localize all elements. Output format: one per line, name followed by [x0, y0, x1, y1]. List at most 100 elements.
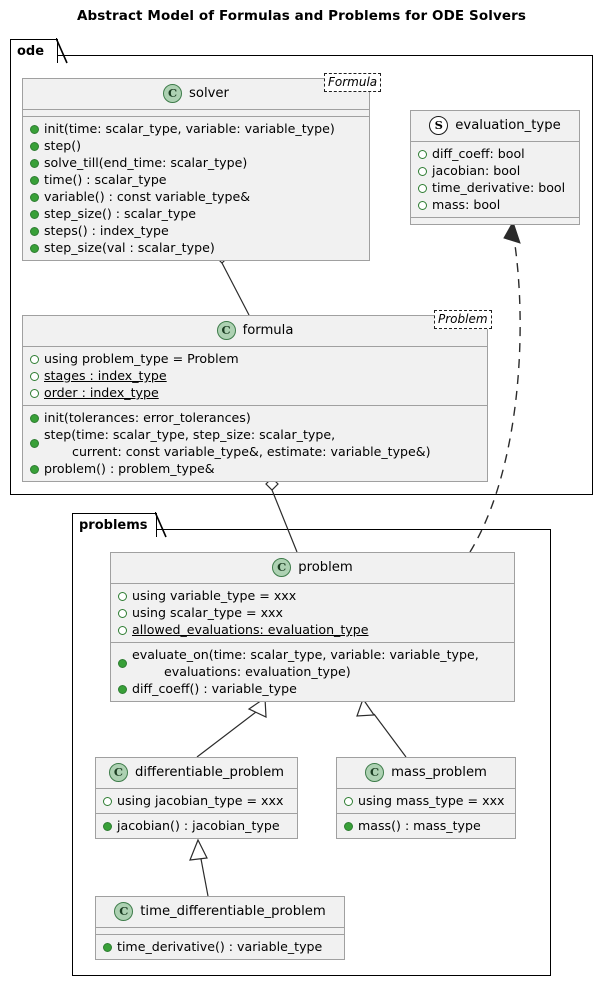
- class-member: solve_till(end_time: scalar_type): [28, 154, 364, 171]
- class-box-solver[interactable]: C solver init(time: scalar_type, variabl…: [22, 78, 370, 261]
- public-field-marker-icon: [418, 167, 427, 176]
- class-member: step_size() : scalar_type: [28, 205, 364, 222]
- class-member: using jacobian_type = xxx: [101, 792, 292, 809]
- class-header-mass-problem: C mass_problem: [337, 758, 515, 789]
- class-name-formula: formula: [242, 323, 294, 338]
- class-member: using scalar_type = xxx: [116, 604, 509, 621]
- public-method-marker-icon: [30, 125, 39, 134]
- class-member: steps() : index_type: [28, 222, 364, 239]
- class-member: using mass_type = xxx: [342, 792, 510, 809]
- class-member: using problem_type = Problem: [28, 350, 482, 367]
- class-member: step(): [28, 137, 364, 154]
- class-member: diff_coeff() : variable_type: [116, 680, 509, 697]
- class-member: stages : index_type: [28, 367, 482, 384]
- public-method-marker-icon: [30, 244, 39, 253]
- class-methods-mass-problem: mass() : mass_type: [337, 814, 515, 838]
- class-member: jacobian: bool: [416, 162, 574, 179]
- class-header-solver: C solver: [23, 79, 369, 110]
- class-name-evaluation-type: evaluation_type: [455, 118, 561, 133]
- class-fields-differentiable-problem: using jacobian_type = xxx: [96, 789, 297, 814]
- class-box-differentiable-problem[interactable]: C differentiable_problem using jacobian_…: [95, 757, 298, 839]
- class-icon: C: [365, 763, 385, 782]
- class-fields-solver: [23, 110, 369, 117]
- package-problems-tab: problems: [72, 512, 167, 538]
- class-member: init(tolerances: error_tolerances): [28, 409, 482, 426]
- class-header-problem: C problem: [111, 553, 514, 584]
- class-member: order : index_type: [28, 384, 482, 401]
- class-icon: C: [114, 902, 134, 921]
- public-field-marker-icon: [418, 150, 427, 159]
- class-icon: C: [216, 321, 236, 340]
- class-member: evaluate_on(time: scalar_type, variable:…: [116, 646, 509, 680]
- class-box-problem[interactable]: C problem using variable_type = xxx usin…: [110, 552, 515, 702]
- class-icon: C: [163, 84, 183, 103]
- template-parameter-problem: Problem: [434, 310, 492, 329]
- class-methods-evaluation-type: [411, 218, 579, 224]
- public-field-marker-icon: [118, 592, 127, 601]
- package-tab-slope-icon: [56, 38, 68, 64]
- public-method-marker-icon: [103, 943, 112, 952]
- uml-class-diagram: Abstract Model of Formulas and Problems …: [0, 0, 603, 986]
- public-field-marker-icon: [418, 201, 427, 210]
- package-tab-slope-icon: [155, 512, 167, 538]
- class-member: jacobian() : jacobian_type: [101, 817, 292, 834]
- class-header-formula: C formula: [23, 316, 487, 347]
- class-name-mass-problem: mass_problem: [391, 765, 487, 780]
- class-member: mass() : mass_type: [342, 817, 510, 834]
- public-field-marker-icon: [118, 609, 127, 618]
- class-header-evaluation-type: S evaluation_type: [411, 111, 579, 142]
- public-field-marker-icon: [30, 372, 39, 381]
- struct-icon: S: [429, 116, 449, 135]
- class-name-differentiable-problem: differentiable_problem: [134, 765, 285, 780]
- class-fields-problem: using variable_type = xxx using scalar_t…: [111, 584, 514, 643]
- class-header-differentiable-problem: C differentiable_problem: [96, 758, 297, 789]
- public-method-marker-icon: [30, 142, 39, 151]
- class-member: step_size(val : scalar_type): [28, 239, 364, 256]
- template-parameter-formula: Formula: [324, 73, 382, 92]
- class-member: diff_coeff: bool: [416, 145, 574, 162]
- public-method-marker-icon: [30, 414, 39, 423]
- public-method-marker-icon: [30, 227, 39, 236]
- public-method-marker-icon: [118, 658, 127, 668]
- package-ode-label: ode: [17, 44, 45, 59]
- public-field-marker-icon: [30, 355, 39, 364]
- class-member: step(time: scalar_type, step_size: scala…: [28, 426, 482, 460]
- class-methods-solver: init(time: scalar_type, variable: variab…: [23, 117, 369, 260]
- package-problems-label: problems: [79, 518, 148, 533]
- class-member: mass: bool: [416, 196, 574, 213]
- class-member: time_derivative() : variable_type: [101, 938, 339, 955]
- public-method-marker-icon: [30, 193, 39, 202]
- class-box-formula[interactable]: C formula using problem_type = Problem s…: [22, 315, 488, 482]
- public-method-marker-icon: [30, 210, 39, 219]
- class-member: time() : scalar_type: [28, 171, 364, 188]
- public-method-marker-icon: [30, 176, 39, 185]
- class-methods-time-differentiable-problem: time_derivative() : variable_type: [96, 935, 344, 959]
- public-method-marker-icon: [103, 822, 112, 831]
- class-box-mass-problem[interactable]: C mass_problem using mass_type = xxx mas…: [336, 757, 516, 839]
- class-box-evaluation-type[interactable]: S evaluation_type diff_coeff: bool jacob…: [410, 110, 580, 225]
- public-method-marker-icon: [30, 159, 39, 168]
- class-icon: C: [272, 558, 292, 577]
- class-header-time-differentiable-problem: C time_differentiable_problem: [96, 897, 344, 928]
- class-box-time-differentiable-problem[interactable]: C time_differentiable_problem time_deriv…: [95, 896, 345, 960]
- public-field-marker-icon: [103, 797, 112, 806]
- public-method-marker-icon: [30, 438, 39, 448]
- class-methods-problem: evaluate_on(time: scalar_type, variable:…: [111, 643, 514, 701]
- page-title: Abstract Model of Formulas and Problems …: [76, 8, 527, 24]
- public-field-marker-icon: [344, 797, 353, 806]
- class-methods-formula: init(tolerances: error_tolerances) step(…: [23, 406, 487, 481]
- class-member: allowed_evaluations: evaluation_type: [116, 621, 509, 638]
- package-ode-tab: ode: [10, 38, 68, 64]
- class-name-time-differentiable-problem: time_differentiable_problem: [140, 904, 326, 919]
- class-member: init(time: scalar_type, variable: variab…: [28, 120, 364, 137]
- class-name-solver: solver: [189, 86, 229, 101]
- class-fields-formula: using problem_type = Problem stages : in…: [23, 347, 487, 406]
- class-member: variable() : const variable_type&: [28, 188, 364, 205]
- class-name-problem: problem: [298, 560, 353, 575]
- public-method-marker-icon: [344, 822, 353, 831]
- class-methods-differentiable-problem: jacobian() : jacobian_type: [96, 814, 297, 838]
- class-fields-mass-problem: using mass_type = xxx: [337, 789, 515, 814]
- class-fields-evaluation-type: diff_coeff: bool jacobian: bool time_der…: [411, 142, 579, 218]
- class-member: problem() : problem_type&: [28, 460, 482, 477]
- class-member: time_derivative: bool: [416, 179, 574, 196]
